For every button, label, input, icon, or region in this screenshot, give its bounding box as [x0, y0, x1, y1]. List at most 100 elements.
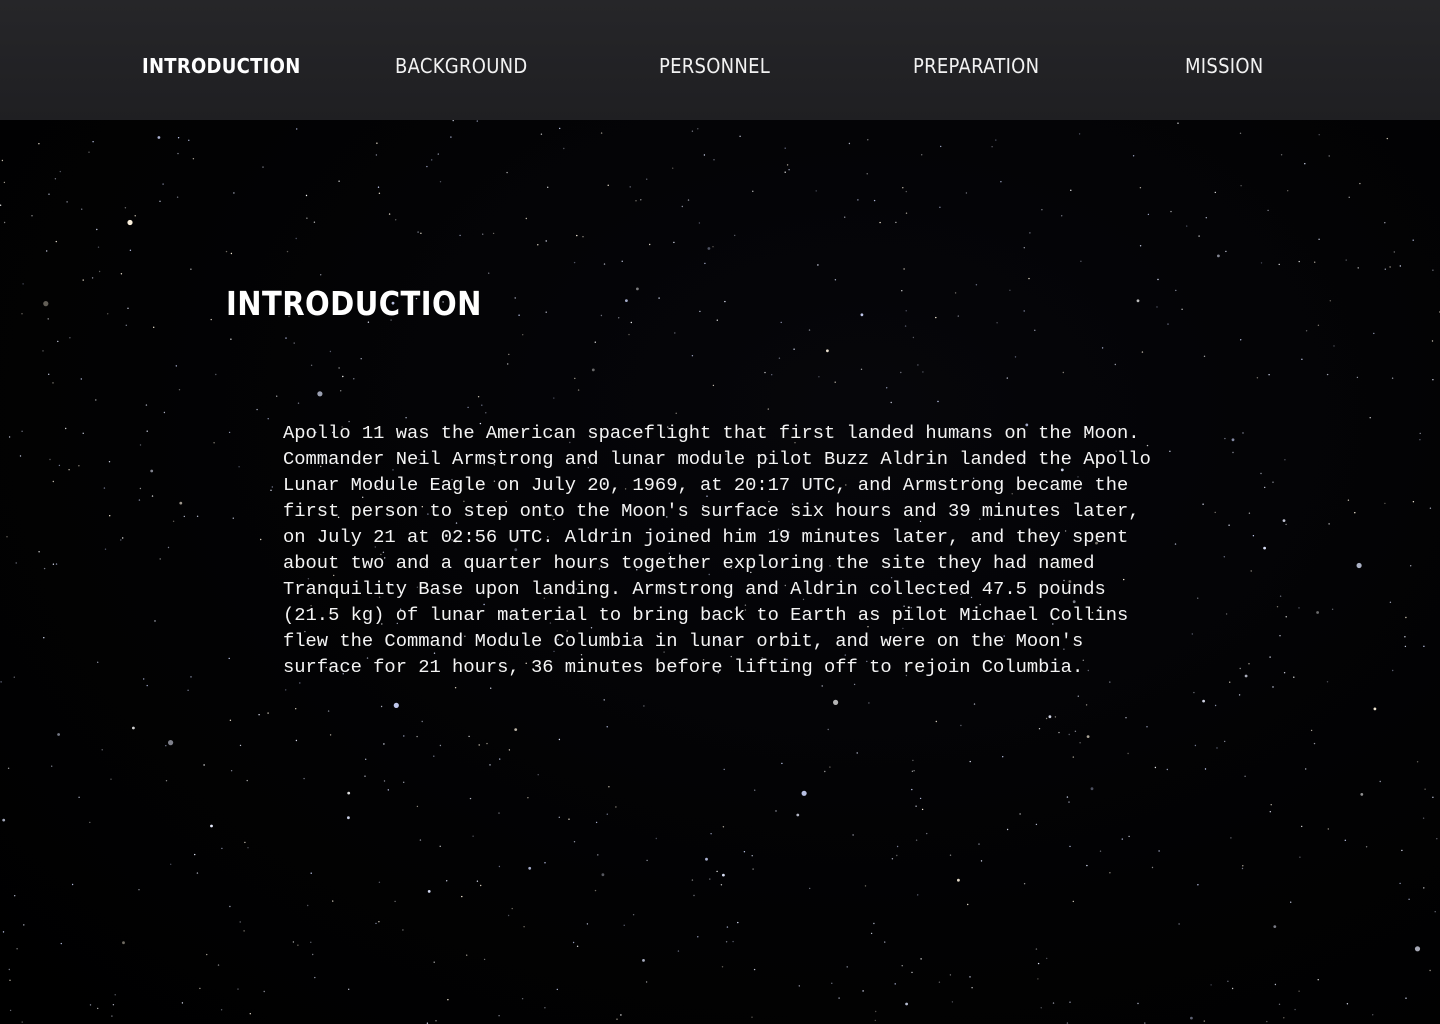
star	[1077, 695, 1080, 697]
star	[996, 322, 998, 324]
star	[132, 726, 135, 730]
star	[1114, 363, 1117, 366]
star	[528, 866, 532, 870]
star	[922, 371, 924, 373]
star	[347, 816, 350, 820]
star	[395, 219, 397, 221]
star	[1294, 1008, 1296, 1011]
star	[1239, 667, 1241, 670]
star	[1264, 486, 1266, 489]
star	[545, 311, 547, 313]
star	[900, 371, 902, 374]
star	[978, 843, 980, 845]
nav-item-introduction[interactable]: INTRODUCTION	[142, 52, 301, 80]
star	[1157, 278, 1159, 281]
star	[921, 154, 923, 156]
star	[1434, 911, 1436, 913]
star	[1278, 1003, 1281, 1005]
star	[973, 703, 976, 705]
star	[969, 976, 971, 978]
nav-item-preparation[interactable]: PREPARATION	[913, 52, 1039, 80]
star	[498, 1015, 500, 1017]
star	[801, 790, 807, 796]
star	[314, 976, 316, 979]
star	[57, 340, 59, 343]
star	[122, 941, 125, 945]
star	[553, 397, 555, 399]
star	[1069, 845, 1071, 848]
star	[591, 368, 595, 372]
star	[163, 411, 166, 414]
star	[296, 128, 298, 130]
nav-item-mission[interactable]: MISSION	[1185, 52, 1264, 80]
star	[187, 689, 189, 691]
star	[926, 832, 928, 835]
star	[1086, 864, 1088, 867]
star	[143, 678, 145, 680]
star	[1009, 289, 1011, 291]
star	[1072, 900, 1075, 903]
star	[901, 290, 903, 292]
star	[556, 988, 558, 991]
star	[1266, 1020, 1268, 1023]
star	[1276, 606, 1279, 608]
star	[537, 244, 539, 246]
star	[1298, 607, 1300, 609]
star	[486, 742, 488, 745]
star	[498, 812, 500, 814]
star	[852, 834, 854, 836]
star	[949, 974, 952, 976]
star	[446, 880, 448, 882]
star	[1379, 780, 1381, 783]
star	[1298, 990, 1300, 992]
star	[165, 780, 168, 782]
star	[834, 381, 836, 383]
star	[911, 971, 913, 974]
star	[1242, 865, 1244, 867]
star	[1419, 439, 1421, 441]
star	[646, 178, 648, 180]
star	[127, 219, 133, 226]
star	[1279, 595, 1282, 597]
star	[1099, 850, 1102, 852]
star	[127, 307, 129, 309]
star	[21, 1021, 23, 1023]
star	[305, 194, 308, 197]
star	[168, 740, 174, 746]
star	[1414, 946, 1421, 952]
star	[295, 708, 297, 710]
star	[833, 699, 839, 706]
star	[675, 412, 677, 414]
nav-item-personnel[interactable]: PERSONNEL	[659, 52, 770, 80]
star	[635, 200, 637, 202]
star	[57, 733, 60, 736]
star	[1002, 756, 1004, 758]
star	[1046, 957, 1048, 960]
star	[1224, 437, 1226, 440]
star	[967, 903, 969, 906]
star	[1023, 883, 1026, 885]
star	[310, 941, 312, 943]
star	[468, 735, 470, 738]
star	[1408, 898, 1410, 900]
star	[904, 325, 907, 327]
star	[1328, 155, 1330, 157]
star	[518, 314, 520, 316]
star	[13, 676, 15, 678]
star	[1244, 674, 1248, 678]
star	[217, 964, 220, 966]
star	[299, 682, 301, 684]
star	[68, 469, 70, 471]
star	[1146, 726, 1148, 728]
star	[1061, 215, 1063, 217]
star	[417, 231, 419, 233]
star	[1242, 432, 1244, 434]
star	[1280, 154, 1283, 156]
star	[616, 1018, 618, 1020]
star	[1372, 1014, 1374, 1016]
star	[620, 1014, 622, 1016]
nav-item-background[interactable]: BACKGROUND	[395, 52, 528, 80]
star	[1260, 472, 1262, 475]
star	[720, 884, 723, 886]
star	[623, 924, 625, 926]
